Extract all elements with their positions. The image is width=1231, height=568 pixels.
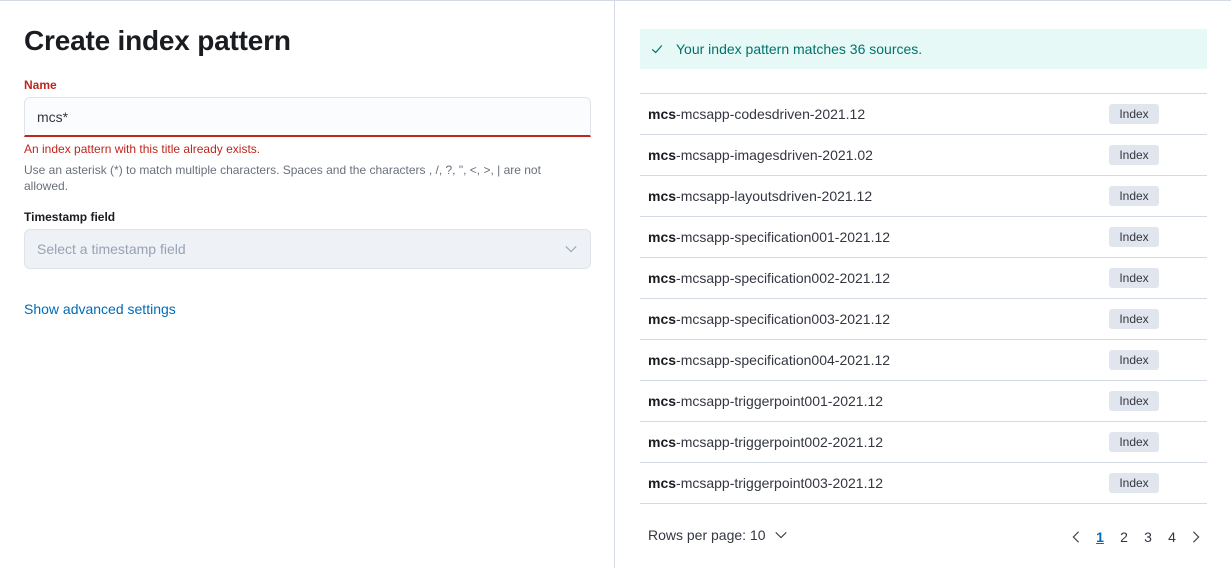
source-name: mcs-mcsapp-layoutsdriven-2021.12 bbox=[648, 188, 873, 204]
chevron-down-icon bbox=[565, 245, 577, 253]
matching-sources-panel: Your index pattern matches 36 sources. m… bbox=[616, 1, 1231, 568]
chevron-right-icon[interactable] bbox=[1189, 530, 1203, 544]
source-name: mcs-mcsapp-specification003-2021.12 bbox=[648, 311, 891, 327]
source-type-badge: Index bbox=[1109, 350, 1159, 370]
source-name: mcs-mcsapp-triggerpoint003-2021.12 bbox=[648, 475, 884, 491]
source-name: mcs-mcsapp-specification002-2021.12 bbox=[648, 270, 891, 286]
source-type-badge: Index bbox=[1109, 145, 1159, 165]
timestamp-field-placeholder: Select a timestamp field bbox=[37, 241, 186, 257]
page-title: Create index pattern bbox=[24, 25, 291, 56]
source-type-badge: Index bbox=[1109, 104, 1159, 124]
index-pattern-form-panel: Create index pattern Name An index patte… bbox=[0, 1, 615, 568]
timestamp-field-label: Timestamp field bbox=[24, 210, 116, 224]
table-row: mcs-mcsapp-layoutsdriven-2021.12 Index bbox=[640, 176, 1207, 217]
pagination: 1 2 3 4 bbox=[1064, 525, 1208, 549]
show-advanced-settings-link[interactable]: Show advanced settings bbox=[24, 301, 176, 317]
table-row: mcs-mcsapp-specification001-2021.12 Inde… bbox=[640, 217, 1207, 258]
page-2-button[interactable]: 2 bbox=[1112, 529, 1136, 545]
source-type-badge: Index bbox=[1109, 391, 1159, 411]
name-label: Name bbox=[24, 78, 57, 92]
source-type-badge: Index bbox=[1109, 309, 1159, 329]
source-type-badge: Index bbox=[1109, 227, 1159, 247]
chevron-left-icon[interactable] bbox=[1069, 530, 1083, 544]
table-row: mcs-mcsapp-codesdriven-2021.12 Index bbox=[640, 94, 1207, 135]
source-type-badge: Index bbox=[1109, 432, 1159, 452]
source-type-badge: Index bbox=[1109, 268, 1159, 288]
source-name: mcs-mcsapp-imagesdriven-2021.02 bbox=[648, 147, 873, 163]
source-name: mcs-mcsapp-triggerpoint001-2021.12 bbox=[648, 393, 884, 409]
table-row: mcs-mcsapp-specification002-2021.12 Inde… bbox=[640, 258, 1207, 299]
name-input[interactable] bbox=[24, 97, 591, 137]
source-name: mcs-mcsapp-triggerpoint002-2021.12 bbox=[648, 434, 884, 450]
source-name: mcs-mcsapp-codesdriven-2021.12 bbox=[648, 106, 866, 122]
table-row: mcs-mcsapp-triggerpoint003-2021.12 Index bbox=[640, 463, 1207, 504]
check-icon bbox=[651, 45, 663, 54]
chevron-down-icon bbox=[774, 531, 787, 539]
page-4-button[interactable]: 4 bbox=[1160, 529, 1184, 545]
page-1-button[interactable]: 1 bbox=[1088, 529, 1112, 545]
rows-per-page-label: Rows per page: 10 bbox=[648, 527, 766, 543]
table-row: mcs-mcsapp-specification004-2021.12 Inde… bbox=[640, 340, 1207, 381]
source-name: mcs-mcsapp-specification004-2021.12 bbox=[648, 352, 891, 368]
source-type-badge: Index bbox=[1109, 473, 1159, 493]
table-row: mcs-mcsapp-imagesdriven-2021.02 Index bbox=[640, 135, 1207, 176]
table-row: mcs-mcsapp-triggerpoint001-2021.12 Index bbox=[640, 381, 1207, 422]
name-help-text: Use an asterisk (*) to match multiple ch… bbox=[24, 163, 541, 193]
timestamp-field-select[interactable]: Select a timestamp field bbox=[24, 229, 591, 269]
rows-per-page-button[interactable]: Rows per page: 10 bbox=[648, 527, 788, 543]
sources-table: mcs-mcsapp-codesdriven-2021.12 Index mcs… bbox=[640, 93, 1207, 504]
page-3-button[interactable]: 3 bbox=[1136, 529, 1160, 545]
match-success-callout: Your index pattern matches 36 sources. bbox=[640, 29, 1207, 69]
name-error-message: An index pattern with this title already… bbox=[24, 142, 261, 156]
table-row: mcs-mcsapp-specification003-2021.12 Inde… bbox=[640, 299, 1207, 340]
source-type-badge: Index bbox=[1109, 186, 1159, 206]
create-index-pattern-page: Create index pattern Name An index patte… bbox=[0, 0, 1231, 568]
match-success-text: Your index pattern matches 36 sources. bbox=[676, 41, 923, 57]
table-row: mcs-mcsapp-triggerpoint002-2021.12 Index bbox=[640, 422, 1207, 463]
source-name: mcs-mcsapp-specification001-2021.12 bbox=[648, 229, 891, 245]
